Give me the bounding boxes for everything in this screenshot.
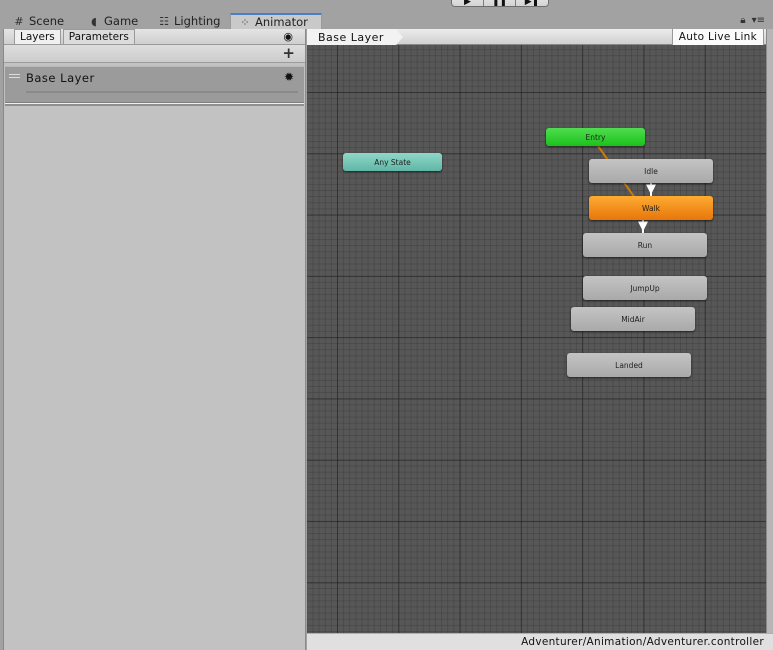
- pause-icon: ❚❚: [491, 0, 508, 7]
- gear-icon[interactable]: ✹: [284, 70, 294, 84]
- tab-game[interactable]: ◖ Game: [75, 13, 144, 29]
- state-node-midair[interactable]: MidAir: [571, 307, 695, 331]
- transition-arrow-icon: [646, 184, 656, 195]
- window-controls: 🔒︎ ▾≡: [740, 15, 765, 26]
- vertical-scrollbar[interactable]: [766, 29, 773, 633]
- graph-header: Base Layer Auto Live Link: [307, 29, 766, 45]
- step-button[interactable]: ▶❚: [516, 0, 548, 7]
- state-node-idle[interactable]: Idle: [589, 159, 713, 183]
- grid-icon: #: [14, 14, 24, 28]
- tab-animator[interactable]: ⁘ Animator: [230, 13, 322, 29]
- pause-button[interactable]: ❚❚: [484, 0, 516, 7]
- controller-path: Adventurer/Animation/Adventurer.controll…: [521, 636, 764, 648]
- state-node-run[interactable]: Run: [583, 233, 707, 257]
- tab-lighting[interactable]: ☷ Lighting: [145, 13, 226, 29]
- state-label: Entry: [585, 132, 606, 142]
- state-machine-graph[interactable]: Entry Any State Idle Walk Run JumpUp MidAir Lan…: [307, 45, 766, 633]
- state-label: Walk: [642, 203, 660, 213]
- eye-icon[interactable]: ◉: [283, 30, 293, 43]
- play-controls: ▶ ❚❚ ▶❚: [451, 0, 549, 7]
- transitions-layer: [597, 145, 656, 233]
- state-label: Landed: [615, 360, 643, 370]
- state-label: Run: [637, 240, 653, 250]
- unity-editor: ▶ ❚❚ ▶❚ # Scene ◖ Game ☷ Lighting ⁘ Anim…: [0, 0, 773, 650]
- pacman-icon: ◖: [91, 14, 97, 28]
- layer-list-footer: [5, 102, 304, 106]
- play-icon: ▶: [464, 0, 471, 7]
- state-node-jumpup[interactable]: JumpUp: [583, 276, 707, 300]
- layer-toolbar: +: [4, 44, 305, 63]
- state-label: JumpUp: [630, 283, 660, 293]
- panel-tabbar: Layers Parameters ◉: [4, 29, 305, 45]
- lock-icon[interactable]: 🔒︎: [740, 15, 745, 26]
- layer-weight-bar: [26, 91, 298, 93]
- breadcrumb[interactable]: Base Layer: [307, 29, 403, 45]
- layer-name: Base Layer: [26, 71, 95, 85]
- menu-icon[interactable]: ▾≡: [752, 15, 765, 26]
- layers-panel: Layers Parameters ◉ + Base Layer ✹: [3, 29, 306, 650]
- tab-scene[interactable]: # Scene: [0, 13, 70, 29]
- tab-layers[interactable]: Layers: [14, 29, 61, 44]
- tab-parameters[interactable]: Parameters: [62, 29, 135, 44]
- state-label: Any State: [374, 157, 411, 167]
- state-node-walk[interactable]: Walk: [589, 196, 713, 220]
- transition-arrow-icon: [638, 221, 648, 232]
- animator-icon: ⁘: [240, 15, 250, 29]
- play-button[interactable]: ▶: [452, 0, 484, 7]
- drag-handle-icon[interactable]: [9, 74, 20, 78]
- sliders-icon: ☷: [159, 14, 169, 28]
- tab-label: Lighting: [174, 14, 221, 28]
- tab-label: Game: [104, 14, 139, 28]
- add-layer-button[interactable]: +: [282, 44, 295, 62]
- state-label: MidAir: [621, 314, 645, 324]
- state-node-any[interactable]: Any State: [343, 153, 442, 171]
- status-bar: Adventurer/Animation/Adventurer.controll…: [307, 633, 773, 650]
- state-node-entry[interactable]: Entry: [546, 128, 645, 146]
- tab-label: Animator: [255, 15, 308, 29]
- tab-label: Scene: [29, 14, 65, 28]
- auto-live-link-button[interactable]: Auto Live Link: [671, 29, 764, 45]
- state-label: Idle: [644, 166, 658, 176]
- layer-item[interactable]: Base Layer ✹: [5, 66, 304, 102]
- step-icon: ▶❚: [524, 0, 540, 7]
- state-node-landed[interactable]: Landed: [567, 353, 691, 377]
